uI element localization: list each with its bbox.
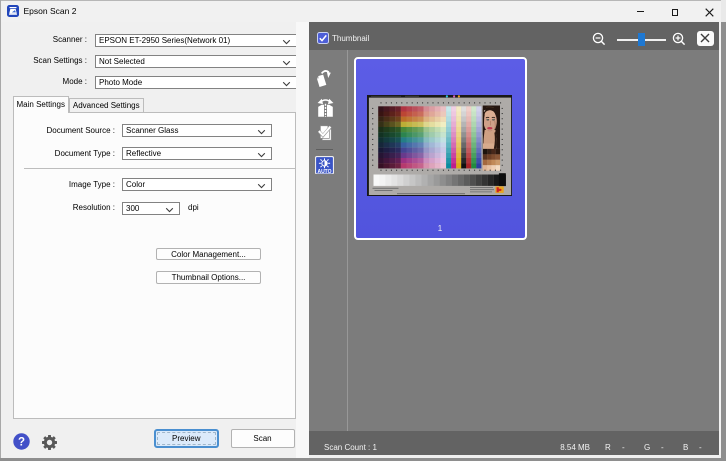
svg-text:AUTO: AUTO	[317, 168, 331, 174]
svg-text:?: ?	[18, 437, 25, 449]
